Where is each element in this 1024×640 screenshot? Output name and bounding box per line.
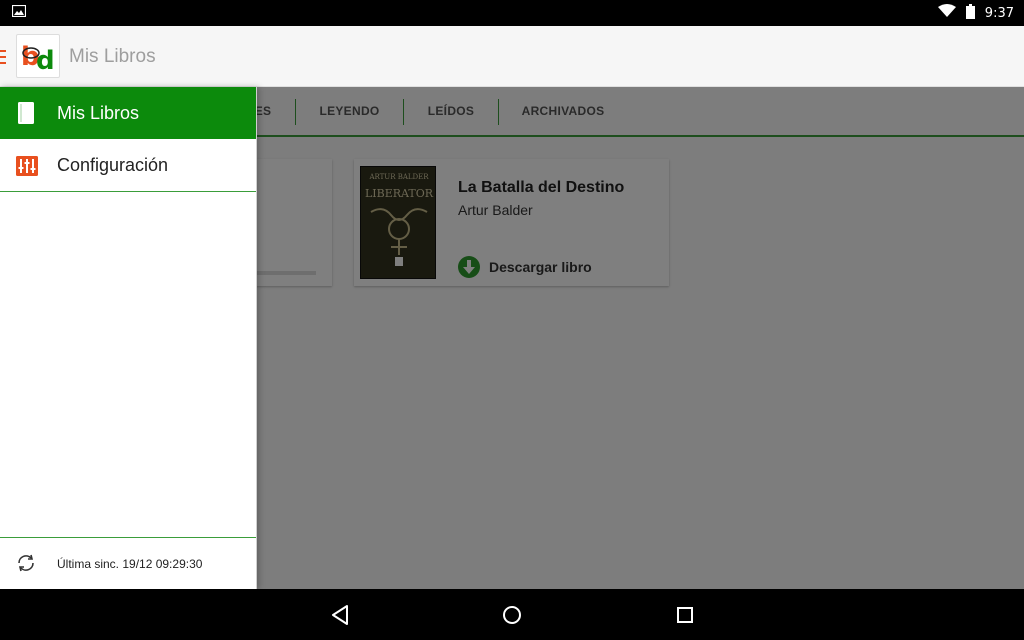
action-bar: b d Mis Libros [0,26,1024,87]
back-button[interactable] [328,603,352,627]
drawer-item-mis-libros[interactable]: Mis Libros [0,87,256,139]
clock: 9:37 [984,5,1014,21]
battery-icon [965,3,975,23]
drawer-item-label: Mis Libros [57,102,140,123]
status-left [11,4,27,22]
image-notification-icon [11,4,27,22]
settings-sliders-icon [16,156,38,181]
recents-button[interactable] [673,603,697,627]
sync-icon [16,554,36,577]
sync-label: Última sinc. 19/12 09:29:30 [57,556,203,571]
status-right: 9:37 [937,3,1014,23]
sync-status[interactable]: Última sinc. 19/12 09:29:30 [0,538,256,589]
drawer-item-configuracion[interactable]: Configuración [0,139,256,191]
app-logo[interactable]: b d [16,34,60,78]
drawer-item-label: Configuración [57,154,169,175]
status-bar: 9:37 [0,0,1024,26]
navigation-drawer: Mis Libros Configuración Última sinc. 19… [0,87,257,589]
app-title: Mis Libros [69,46,156,67]
menu-icon[interactable] [0,50,6,64]
book-icon [18,102,34,129]
home-button[interactable] [500,603,524,627]
system-nav-bar [0,589,1024,640]
wifi-icon [937,4,956,22]
drawer-divider [0,191,256,192]
